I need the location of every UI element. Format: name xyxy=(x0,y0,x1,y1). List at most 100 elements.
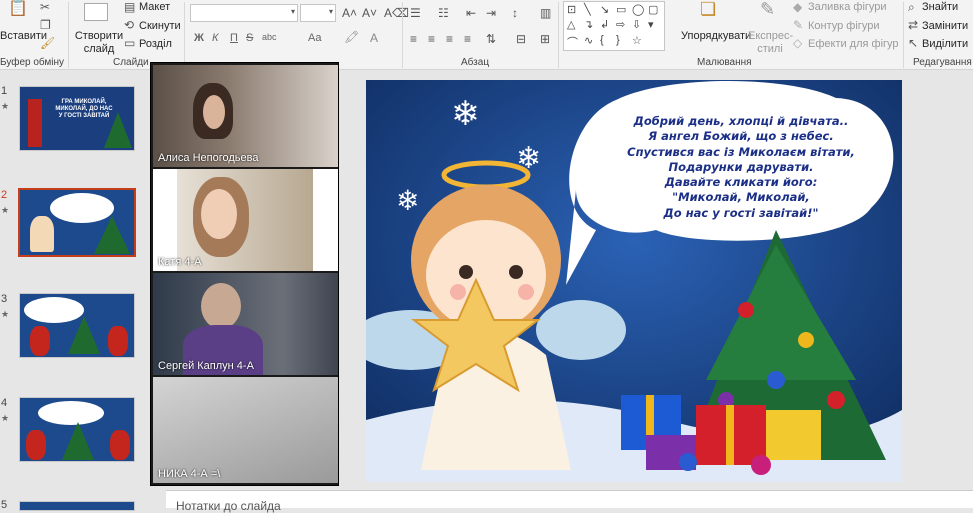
video-call-panel: Алиса Непогодьева Катя 4-А Сергей Каплун… xyxy=(150,62,339,486)
layout-button[interactable]: Макет xyxy=(139,1,170,13)
star-shape-icon[interactable]: ☆ xyxy=(632,34,642,47)
highlight-icon[interactable]: 🖍 xyxy=(344,30,359,44)
rounded-rect-shape-icon[interactable]: ▢ xyxy=(648,3,658,16)
align-left-icon[interactable]: ≡ xyxy=(410,32,417,46)
curve-shape-icon[interactable]: ⌒ xyxy=(567,34,578,50)
char-spacing-button[interactable]: abc xyxy=(262,32,277,42)
change-case-button[interactable]: Aa xyxy=(308,32,321,44)
block-arrow-right-icon[interactable]: ⇨ xyxy=(616,18,625,31)
brace-right-icon[interactable]: } xyxy=(616,34,620,46)
participant-name: Катя 4-А xyxy=(158,256,202,268)
slide-thumbnail-1[interactable]: ГРА МИКОЛАЙ, МИКОЛАЙ, ДО НАС У ГОСТІ ЗАВ… xyxy=(19,86,135,151)
star-icon: ★ xyxy=(1,413,10,423)
line-shape-icon[interactable]: ╲ xyxy=(584,3,591,16)
slide-thumbnail-5[interactable] xyxy=(19,501,135,511)
columns-icon[interactable]: ▥ xyxy=(540,6,551,20)
participant-tile[interactable]: НИКА 4-А =\ xyxy=(153,377,338,483)
arrange-button[interactable]: Упорядкувати xyxy=(681,30,751,42)
text-direction-icon[interactable]: ⇅ xyxy=(486,32,496,46)
bold-button[interactable]: Ж xyxy=(194,32,204,44)
quick-styles-button[interactable]: Експрес-стилі xyxy=(748,30,793,56)
brace-left-icon[interactable]: { xyxy=(600,34,604,46)
shrink-font-icon[interactable]: A˅ xyxy=(362,6,377,20)
participant-tile[interactable]: Алиса Непогодьева xyxy=(153,65,338,167)
increase-indent-icon[interactable]: ⇥ xyxy=(486,6,496,20)
chevron-down-icon: ▾ xyxy=(328,7,333,16)
shapes-gallery[interactable]: ⊡ ╲ ↘ ▭ ◯ ▢ △ ↴ ↲ ⇨ ⇩ ▾ ⌒ ∿ { } ☆ xyxy=(563,1,665,51)
slide-thumbnail-4[interactable] xyxy=(19,397,135,462)
rectangle-shape-icon[interactable]: ▭ xyxy=(616,3,626,16)
participant-name: Сергей Каплун 4-А xyxy=(158,360,254,372)
ornament xyxy=(767,371,785,389)
shape-outline-icon: ✎ xyxy=(793,18,804,32)
underline-button[interactable]: П xyxy=(230,32,238,44)
speech-line: Добрий день, хлопці й дівчата.. xyxy=(633,114,849,128)
copy-icon[interactable]: ❐ xyxy=(40,18,51,32)
separator xyxy=(184,2,185,68)
ornament xyxy=(751,455,771,475)
notes-placeholder: Нотатки до слайда xyxy=(176,499,281,513)
devil-figure xyxy=(26,430,46,460)
new-slide-button[interactable]: Створити слайд xyxy=(74,30,124,56)
align-center-icon[interactable]: ≡ xyxy=(428,32,435,46)
separator xyxy=(558,2,559,68)
shape-outline-button[interactable]: Контур фігури xyxy=(808,20,879,32)
align-text-icon[interactable]: ⊟ xyxy=(516,32,526,46)
grow-font-icon[interactable]: A˄ xyxy=(342,6,357,20)
ribbon: 📋 Вставити ✂ ❐ 🖌 Буфер обміну Створити с… xyxy=(0,0,973,70)
shape-fill-icon: ◆ xyxy=(793,0,803,14)
reset-icon: ⟲ xyxy=(124,18,135,32)
separator xyxy=(402,2,403,68)
font-size-combo[interactable]: ▾ xyxy=(300,4,336,22)
shape-fill-button[interactable]: Заливка фігури xyxy=(808,1,887,13)
clear-format-icon[interactable]: A⌫ xyxy=(384,6,409,20)
snowflake-icon: ❄ xyxy=(451,94,480,134)
tree-icon xyxy=(94,216,130,254)
arrange-icon: ❏ xyxy=(700,0,717,19)
slide-thumbnail-2[interactable] xyxy=(18,188,136,257)
font-name-combo[interactable]: ▾ xyxy=(190,4,298,22)
find-button[interactable]: Знайти xyxy=(922,1,958,13)
more-shapes-icon[interactable]: ▾ xyxy=(648,18,654,31)
block-arrow-down-icon[interactable]: ⇩ xyxy=(632,18,641,31)
select-button[interactable]: Виділити xyxy=(922,38,968,50)
shape-effects-button[interactable]: Ефекти для фігур xyxy=(808,38,899,50)
bullets-icon[interactable]: ☰ xyxy=(410,6,421,20)
speech-line: Подарунки дарувати. xyxy=(668,159,814,174)
participant-face xyxy=(201,189,237,239)
textbox-shape-icon[interactable]: ⊡ xyxy=(567,3,576,16)
align-right-icon[interactable]: ≡ xyxy=(446,32,453,46)
participant-name: Алиса Непогодьева xyxy=(158,152,259,164)
freeform-shape-icon[interactable]: ∿ xyxy=(584,34,593,47)
decrease-indent-icon[interactable]: ⇤ xyxy=(466,6,476,20)
smartart-icon[interactable]: ⊞ xyxy=(540,32,550,46)
participant-tile[interactable]: Катя 4-А xyxy=(153,169,338,271)
speech-line: До нас у гості завітай!" xyxy=(663,205,819,220)
triangle-shape-icon[interactable]: △ xyxy=(567,18,575,31)
slide-thumbnail-3[interactable] xyxy=(19,293,135,358)
speech-line: Я ангел Божий, що з небес. xyxy=(648,129,834,144)
strikethrough-button[interactable]: S xyxy=(246,32,253,44)
separator xyxy=(903,2,904,68)
elbow-shape-icon[interactable]: ↲ xyxy=(600,18,609,31)
tree-icon xyxy=(68,316,100,354)
justify-icon[interactable]: ≡ xyxy=(464,32,471,46)
italic-button[interactable]: К xyxy=(212,32,218,44)
replace-button[interactable]: Замінити xyxy=(922,20,968,32)
current-slide[interactable]: ❄ ❄ ❄ ❄ xyxy=(366,80,902,482)
angel-cheek xyxy=(450,284,466,300)
participant-tile[interactable]: Сергей Каплун 4-А xyxy=(153,273,338,375)
connector-shape-icon[interactable]: ↴ xyxy=(584,18,593,31)
cut-icon[interactable]: ✂ xyxy=(40,0,50,14)
line-spacing-icon[interactable]: ↕ xyxy=(512,6,518,20)
arrow-shape-icon[interactable]: ↘ xyxy=(600,3,609,16)
oval-shape-icon[interactable]: ◯ xyxy=(632,3,644,16)
font-color-icon[interactable]: A xyxy=(370,31,378,45)
reset-button[interactable]: Скинути xyxy=(139,20,181,32)
format-painter-icon[interactable]: 🖌 xyxy=(40,36,55,50)
numbering-icon[interactable]: ☷ xyxy=(438,6,449,20)
section-button[interactable]: Розділ xyxy=(139,38,172,50)
clipboard-group-label: Буфер обміну xyxy=(0,57,65,68)
notes-pane[interactable]: Нотатки до слайда xyxy=(166,490,973,513)
new-slide-icon[interactable] xyxy=(84,3,108,21)
